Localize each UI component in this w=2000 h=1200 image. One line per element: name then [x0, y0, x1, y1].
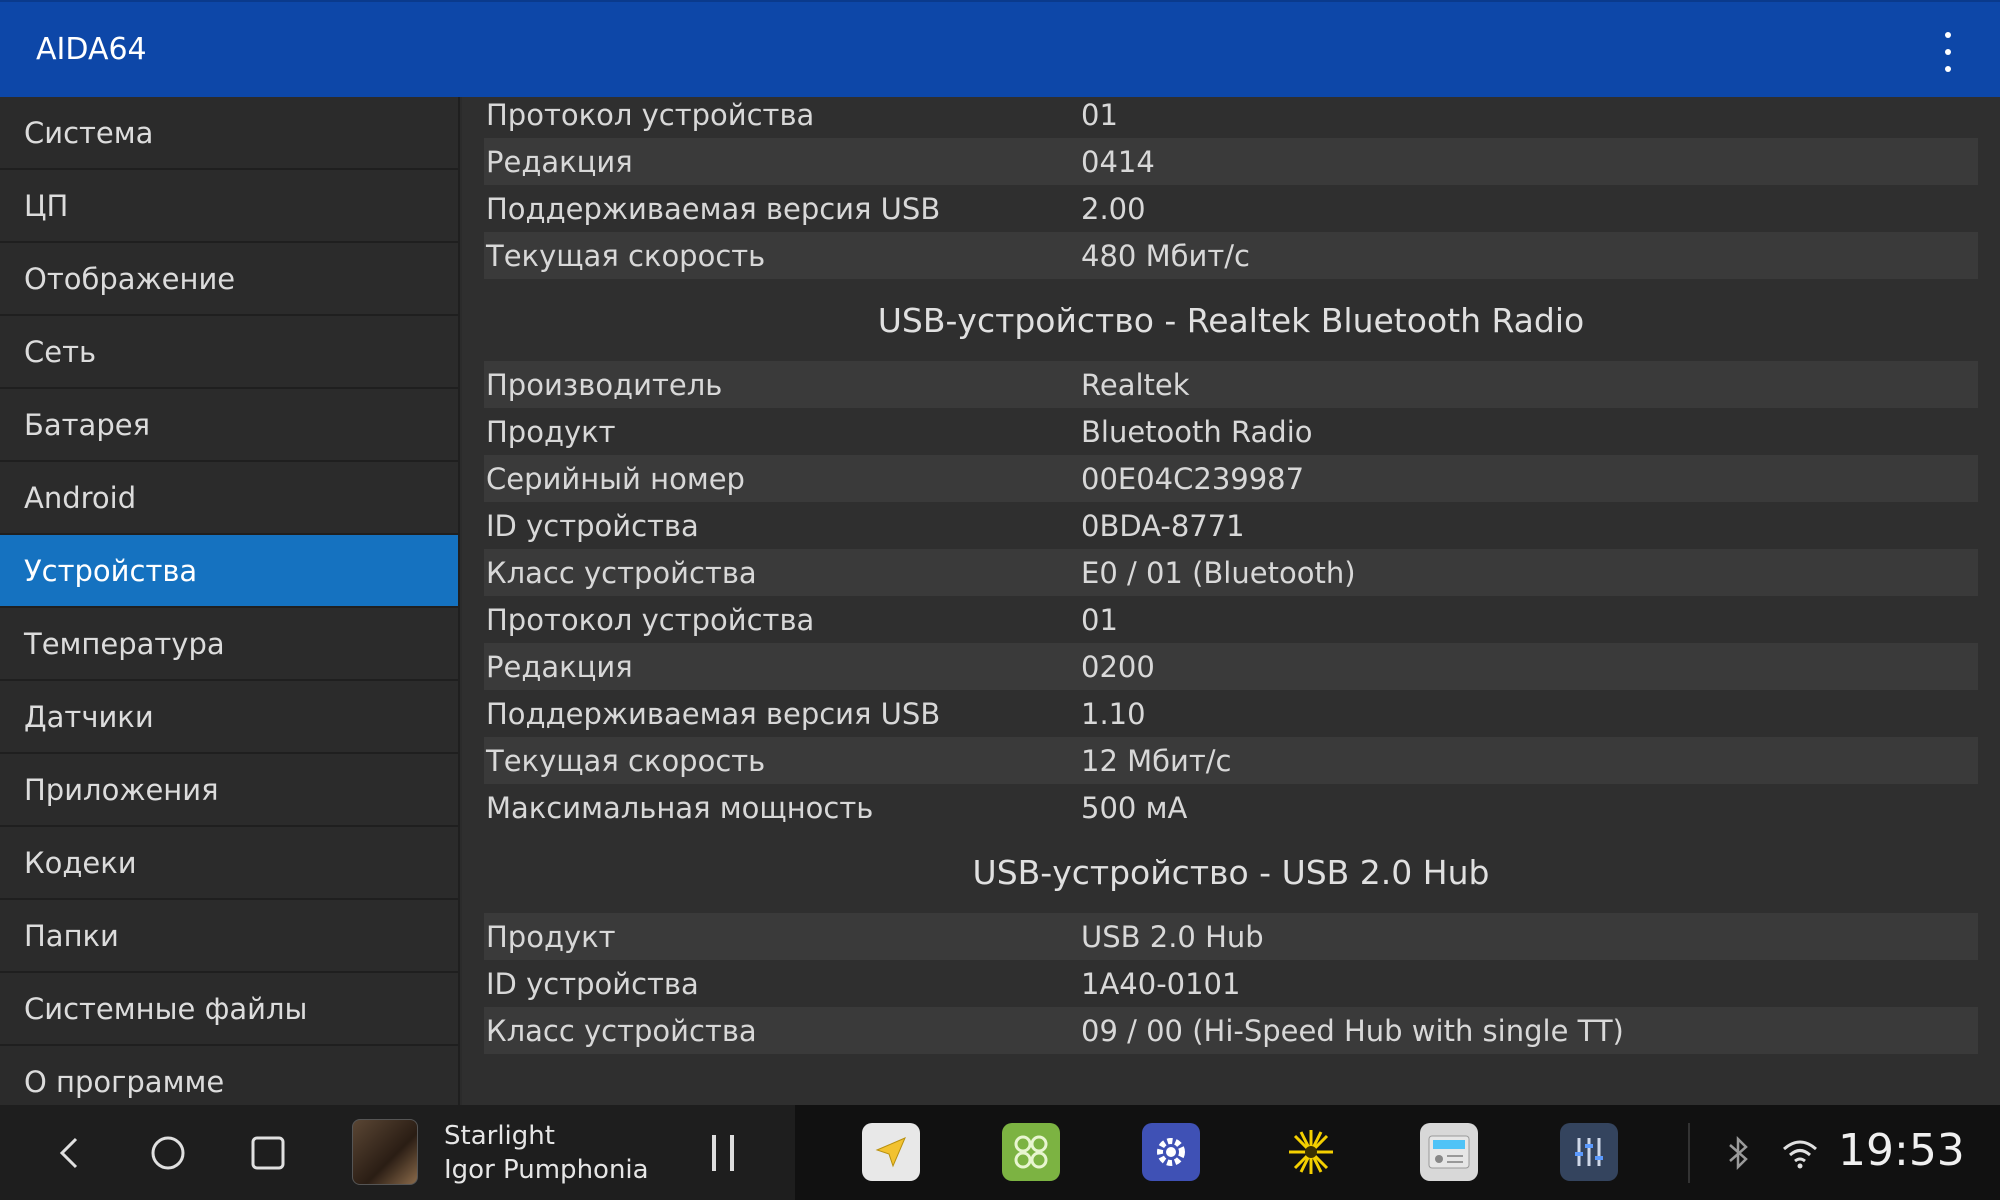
sidebar-item-apps[interactable]: Приложения: [0, 754, 458, 827]
bluetooth-icon: [1729, 1135, 1748, 1171]
detail-row: Продукт Bluetooth Radio: [484, 408, 1978, 455]
equalizer-icon[interactable]: [1560, 1123, 1618, 1181]
detail-value: 0BDA-8771: [1081, 508, 1245, 543]
detail-key: ID устройства: [486, 508, 699, 543]
detail-key: Текущая скорость: [486, 238, 766, 273]
detail-row: Протокол устройства 01: [484, 596, 1978, 643]
detail-value: 2.00: [1081, 191, 1146, 226]
sidebar-item-network[interactable]: Сеть: [0, 316, 458, 389]
section-title: USB-устройство - USB 2.0 Hub: [972, 852, 1490, 892]
detail-value: 00E04C239987: [1081, 461, 1305, 496]
sidebar-item-android[interactable]: Android: [0, 462, 458, 535]
detail-row: Редакция 0414: [484, 138, 1978, 185]
detail-row: Текущая скорость 480 Мбит/с: [484, 232, 1978, 279]
sidebar-item-devices[interactable]: Устройства: [0, 535, 458, 608]
detail-key: Серийный номер: [486, 461, 745, 496]
sidebar-item-cpu[interactable]: ЦП: [0, 170, 458, 243]
wifi-icon: [1783, 1140, 1817, 1169]
detail-value: 1A40-0101: [1081, 966, 1241, 1001]
detail-value: 01: [1081, 97, 1118, 132]
detail-value: 0414: [1081, 144, 1155, 179]
navigation-icon[interactable]: [862, 1123, 920, 1181]
detail-row: Поддерживаемая версия USB 2.00: [484, 185, 1978, 232]
radio-icon[interactable]: [1420, 1123, 1478, 1181]
overflow-menu-icon[interactable]: [1936, 32, 1960, 72]
detail-row: ID устройства 1A40-0101: [484, 960, 1978, 1007]
sidebar-item-display[interactable]: Отображение: [0, 243, 458, 316]
section-title: USB-устройство - Realtek Bluetooth Radio: [877, 300, 1585, 340]
sidebar-item-folders[interactable]: Папки: [0, 900, 458, 973]
detail-key: Класс устройства: [486, 555, 757, 590]
sidebar-item-system-files[interactable]: Системные файлы: [0, 973, 458, 1046]
detail-value: 480 Мбит/с: [1081, 238, 1250, 273]
detail-row: Класс устройства E0 / 01 (Bluetooth): [484, 549, 1978, 596]
sidebar-item-system[interactable]: Система: [0, 97, 458, 170]
detail-key: Класс устройства: [486, 1013, 757, 1048]
system-nav-bar: Starlight Igor Pumphonia 19:53: [0, 1105, 2000, 1200]
detail-row: Продукт USB 2.0 Hub: [484, 913, 1978, 960]
media-track-artist[interactable]: Igor Pumphonia: [444, 1155, 649, 1185]
detail-row: Серийный номер 00E04C239987: [484, 455, 1978, 502]
detail-key: Протокол устройства: [486, 602, 815, 637]
pause-icon[interactable]: [708, 1135, 738, 1171]
detail-value: E0 / 01 (Bluetooth): [1081, 555, 1356, 590]
detail-key: Редакция: [486, 649, 633, 684]
sidebar-item-sensors[interactable]: Датчики: [0, 681, 458, 754]
app-bar: AIDA64: [0, 0, 2000, 97]
back-icon[interactable]: [48, 1131, 92, 1175]
detail-key: Продукт: [486, 414, 616, 449]
detail-key: Редакция: [486, 144, 633, 179]
detail-value: 0200: [1081, 649, 1155, 684]
home-icon[interactable]: [146, 1131, 190, 1175]
detail-value: 500 мА: [1081, 790, 1188, 825]
detail-row: Протокол устройства 01: [484, 97, 1978, 138]
detail-key: ID устройства: [486, 966, 699, 1001]
detail-value: 01: [1081, 602, 1118, 637]
sidebar-item-about[interactable]: О программе: [0, 1046, 458, 1105]
detail-value: 12 Мбит/с: [1081, 743, 1232, 778]
album-art-thumbnail[interactable]: [352, 1119, 418, 1185]
detail-row: ID устройства 0BDA-8771: [484, 502, 1978, 549]
sidebar: Система ЦП Отображение Сеть Батарея Andr…: [0, 97, 460, 1105]
detail-key: Текущая скорость: [486, 743, 766, 778]
settings-gear-icon[interactable]: [1142, 1123, 1200, 1181]
device-details-list: Протокол устройства 01 Редакция 0414 Под…: [484, 97, 1978, 1054]
detail-key: Поддерживаемая версия USB: [486, 696, 941, 731]
detail-row: Класс устройства 09 / 00 (Hi-Speed Hub w…: [484, 1007, 1978, 1054]
device-details-panel[interactable]: Протокол устройства 01 Редакция 0414 Под…: [462, 97, 2000, 1105]
sun-burst-icon[interactable]: [1282, 1123, 1340, 1181]
detail-key: Производитель: [486, 367, 723, 402]
detail-key: Продукт: [486, 919, 616, 954]
detail-key: Максимальная мощность: [486, 790, 874, 825]
detail-key: Поддерживаемая версия USB: [486, 191, 941, 226]
detail-key: Протокол устройства: [486, 97, 815, 132]
apps-grid-icon[interactable]: [1002, 1123, 1060, 1181]
detail-row: Текущая скорость 12 Мбит/с: [484, 737, 1978, 784]
detail-value: USB 2.0 Hub: [1081, 919, 1264, 954]
detail-row: Редакция 0200: [484, 643, 1978, 690]
recents-icon[interactable]: [246, 1131, 290, 1175]
detail-row: Поддерживаемая версия USB 1.10: [484, 690, 1978, 737]
sidebar-item-battery[interactable]: Батарея: [0, 389, 458, 462]
sidebar-item-temperature[interactable]: Температура: [0, 608, 458, 681]
sidebar-item-codecs[interactable]: Кодеки: [0, 827, 458, 900]
app-title: AIDA64: [36, 32, 147, 67]
detail-value: 1.10: [1081, 696, 1146, 731]
media-track-title[interactable]: Starlight: [444, 1121, 555, 1151]
nav-divider: [1688, 1123, 1690, 1183]
detail-value: Realtek: [1081, 367, 1190, 402]
detail-value: Bluetooth Radio: [1081, 414, 1313, 449]
detail-value: 09 / 00 (Hi-Speed Hub with single TT): [1081, 1013, 1624, 1048]
detail-row: Производитель Realtek: [484, 361, 1978, 408]
detail-row: Максимальная мощность 500 мА: [484, 784, 1978, 831]
nav-left-panel: Starlight Igor Pumphonia: [0, 1105, 795, 1200]
status-clock: 19:53: [1838, 1125, 1965, 1176]
